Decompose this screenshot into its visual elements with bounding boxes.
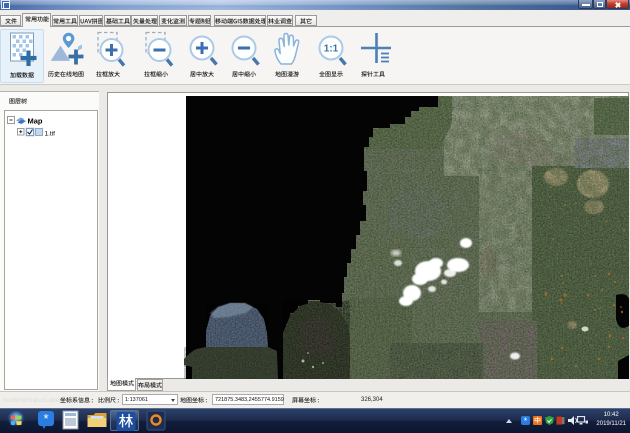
svg-text:*: *: [524, 416, 528, 425]
svg-text:1.tif: 1.tif: [45, 131, 56, 138]
svg-text:1:1: 1:1: [324, 44, 339, 55]
svg-text:*: *: [43, 411, 48, 426]
svg-text:Map: Map: [28, 117, 43, 126]
